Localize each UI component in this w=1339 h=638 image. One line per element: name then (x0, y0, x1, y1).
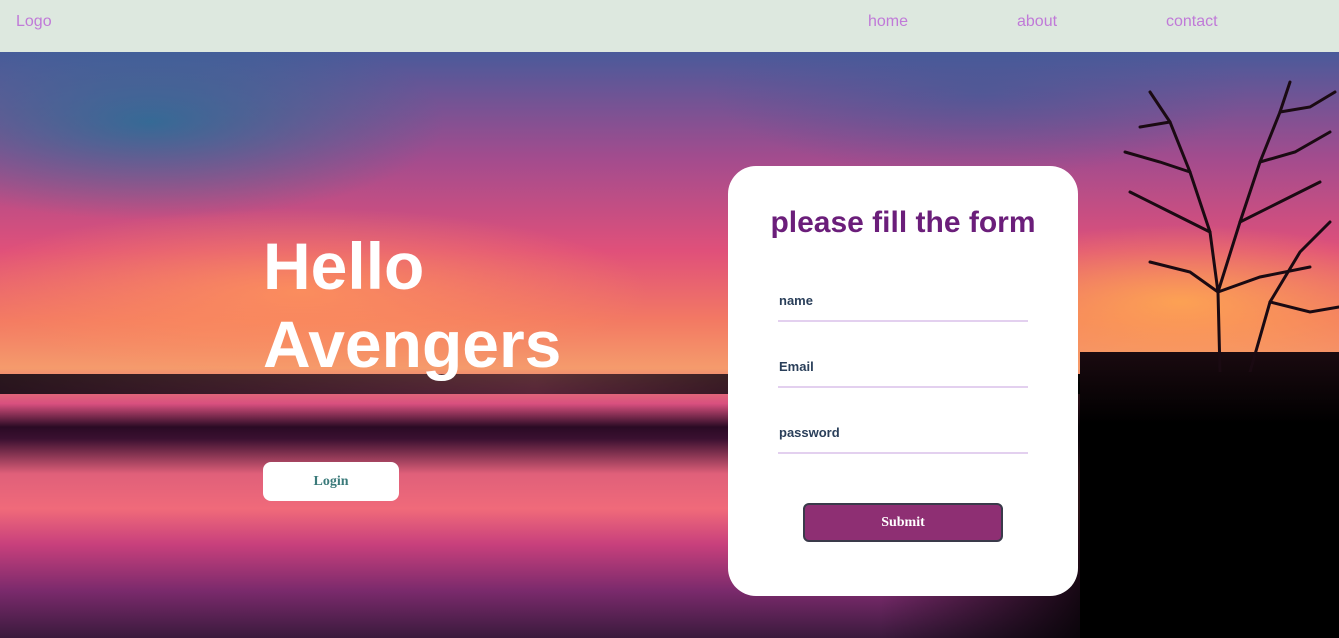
form-title: please fill the form (770, 206, 1036, 239)
hero-title-line-2: Avengers (263, 307, 562, 381)
submit-button[interactable]: Submit (803, 503, 1003, 542)
login-button[interactable]: Login (263, 462, 399, 501)
nav-link-about[interactable]: about (1017, 13, 1057, 31)
logo[interactable]: Logo (16, 13, 52, 31)
nav-link-home[interactable]: home (868, 13, 908, 31)
dark-land (1080, 352, 1339, 638)
email-input[interactable] (778, 352, 1028, 388)
name-input[interactable] (778, 286, 1028, 322)
hero-title-line-1: Hello (263, 229, 425, 303)
form-card: please fill the form Submit (728, 166, 1078, 596)
tree-silhouette (1123, 80, 1339, 372)
nav-link-contact[interactable]: contact (1166, 13, 1218, 31)
hero-title: Hello Avengers (263, 227, 683, 383)
navbar: Logo home about contact (0, 0, 1339, 52)
password-input[interactable] (778, 418, 1028, 454)
